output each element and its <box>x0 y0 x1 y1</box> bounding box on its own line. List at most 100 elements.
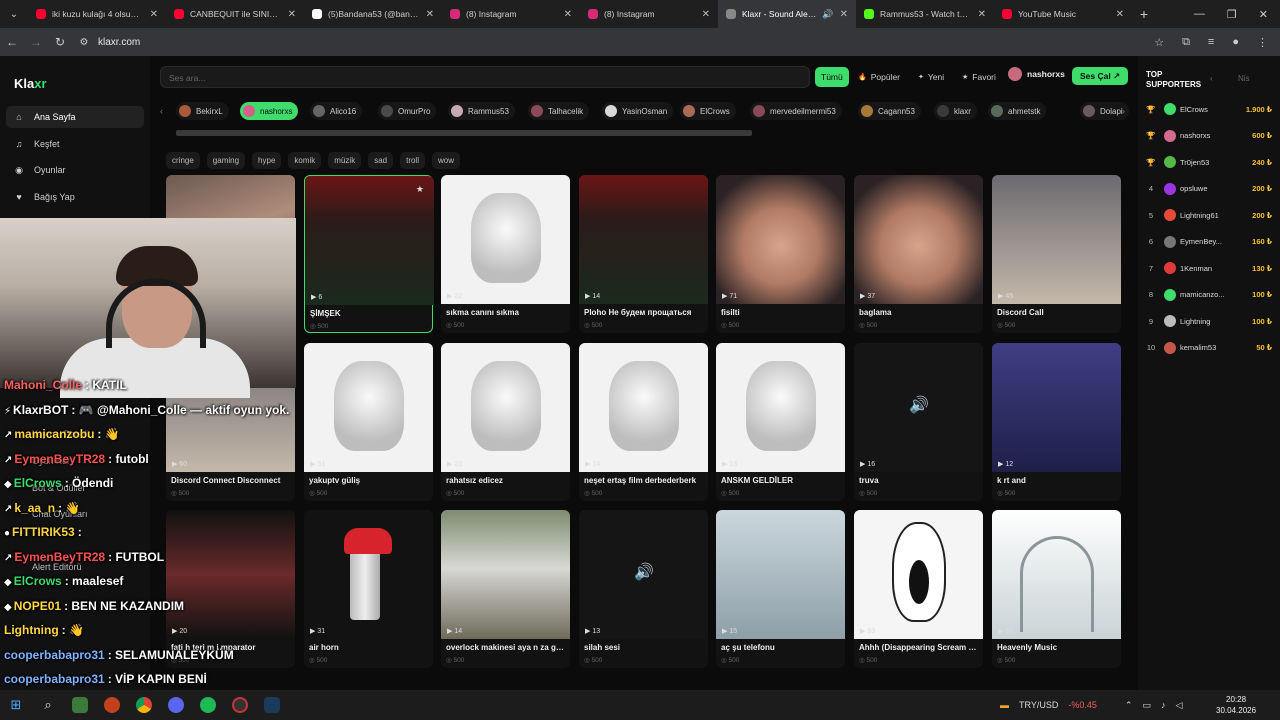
app-icon[interactable] <box>224 690 256 720</box>
carousel-left-icon[interactable]: ‹ <box>160 106 163 116</box>
sound-card[interactable]: ▶ 14 neşet ertaş film derbederberk ◎ 500 <box>579 343 708 501</box>
sound-thumbnail[interactable]: ▶ 23 <box>441 343 570 472</box>
sound-card[interactable]: ▶ 6 ★ ŞİMŞEK ◎ 500 <box>304 175 434 333</box>
tab-close-icon[interactable]: ✕ <box>288 9 296 20</box>
tag-hype[interactable]: hype <box>252 152 282 169</box>
browser-tab[interactable]: (8) Instagram ✕ <box>442 0 580 28</box>
supporter-row[interactable]: 4 opsluwe 200 ₺ <box>1144 180 1272 198</box>
spotify-icon[interactable] <box>192 690 224 720</box>
filter-2[interactable]: ✦ Yeni <box>912 67 950 87</box>
sound-card[interactable]: ▶ 12 k rt and ◎ 500 <box>992 343 1121 501</box>
browser-tab[interactable]: iki kuzu kulağı 4 olsun - Y ✕ <box>28 0 166 28</box>
media-icon[interactable]: ≡ <box>1208 36 1214 49</box>
streamer-chip[interactable]: Alico16 <box>310 102 363 120</box>
streamer-chip[interactable]: ahmetstk <box>988 102 1047 120</box>
browser-tab[interactable]: Klaxr - Sound Alerts 🔊 ✕ <box>718 0 856 28</box>
month-label[interactable]: Nis <box>1238 74 1250 83</box>
play-sound-button[interactable]: Ses Çal ↗ <box>1072 67 1129 85</box>
supporter-row[interactable]: 🏆 ElCrows 1.900 ₺ <box>1144 100 1272 118</box>
tag-gaming[interactable]: gaming <box>206 152 246 169</box>
sound-thumbnail[interactable]: ▶ 71 <box>716 175 845 304</box>
close-window-icon[interactable]: ✕ <box>1259 8 1268 21</box>
app-icon[interactable] <box>96 690 128 720</box>
browser-tab[interactable]: (8) Instagram ✕ <box>580 0 718 28</box>
sound-card[interactable]: ▶ 37 baglama ◎ 500 <box>854 175 983 333</box>
new-tab-button[interactable]: + <box>1132 6 1156 22</box>
menu-icon[interactable]: ⋮ <box>1257 36 1268 49</box>
streamer-chip[interactable]: YasinOsman <box>602 102 674 120</box>
tab-close-icon[interactable]: ✕ <box>978 9 986 20</box>
sound-thumbnail[interactable]: ▶ 14 <box>441 510 570 639</box>
reload-icon[interactable]: ↻ <box>48 35 72 49</box>
sound-card[interactable]: ▶ 51 yakuptv güliş ◎ 500 <box>304 343 433 501</box>
tab-close-icon[interactable]: ✕ <box>426 9 434 20</box>
supporter-row[interactable]: 🏆 nashorxs 600 ₺ <box>1144 127 1272 145</box>
streamer-chip[interactable]: Cagann53 <box>858 102 921 120</box>
sound-thumbnail[interactable]: ▶ 14 <box>579 343 708 472</box>
forward-icon[interactable]: → <box>24 35 48 49</box>
sidebar-item[interactable]: ◉ Oyunlar <box>6 159 144 181</box>
tag-sad[interactable]: sad <box>368 152 394 169</box>
sound-card[interactable]: ▶ 13 ANSKM GELDİLER ◎ 500 <box>716 343 845 501</box>
mic-icon[interactable]: ♪ <box>1161 700 1166 710</box>
streamer-chip[interactable]: OmurPro <box>378 102 437 120</box>
sound-thumbnail[interactable]: ▶ 14 <box>579 175 708 304</box>
sidebar-item[interactable]: ⌂ Ana Sayfa <box>6 106 144 128</box>
browser-tab[interactable]: Rammus53 - Watch the V ✕ <box>856 0 994 28</box>
sound-card[interactable]: ▶ 23 rahatsız edicez ◎ 500 <box>441 343 570 501</box>
speaker-icon[interactable]: ◁ <box>1175 700 1182 711</box>
streamer-chip[interactable]: Rammus53 <box>448 102 515 120</box>
sound-thumbnail[interactable]: ▶ 22 <box>441 175 570 304</box>
sound-thumbnail[interactable]: ▶ 37 <box>854 175 983 304</box>
sound-card[interactable]: ▶ 14 overlock makinesi aya n za geldi ◎ 50… <box>441 510 570 668</box>
browser-tab[interactable]: (5)Bandana53 (@bandana ✕ <box>304 0 442 28</box>
chrome-icon[interactable] <box>128 690 160 720</box>
filter-1[interactable]: 🔥 Popüler <box>852 67 906 87</box>
bookmark-icon[interactable]: ☆ <box>1154 36 1164 49</box>
sound-card[interactable]: 🔊 ▶ 13 silah sesi ◎ 500 <box>579 510 708 668</box>
sound-card[interactable]: 🔊 ▶ 16 truva ◎ 500 <box>854 343 983 501</box>
sidebar-item[interactable]: ♥ Bağış Yap <box>6 186 144 208</box>
tab-close-icon[interactable]: ✕ <box>702 9 710 20</box>
start-icon[interactable]: ⊞ <box>0 690 32 720</box>
streamer-chip[interactable]: BekirxL <box>176 102 229 120</box>
tag-komik[interactable]: komik <box>288 152 322 169</box>
site-info-icon[interactable]: ⚙ <box>72 37 96 48</box>
favorite-star-icon[interactable]: ★ <box>416 184 424 195</box>
network-icon[interactable]: ▭ <box>1142 700 1151 711</box>
sound-thumbnail[interactable]: ▶ 45 <box>992 175 1121 304</box>
sound-thumbnail[interactable]: ▶ 66 <box>992 510 1121 639</box>
browser-tab[interactable]: YouTube Music ✕ <box>994 0 1132 28</box>
sidebar-item[interactable]: ♫ Keşfet <box>6 133 144 155</box>
browser-tab[interactable]: CANBEQUIT ile SINIRSIZ Y ✕ <box>166 0 304 28</box>
sound-thumbnail[interactable]: ▶ 12 <box>992 343 1121 472</box>
tab-close-icon[interactable]: ✕ <box>150 9 158 20</box>
supporter-row[interactable]: 🏆 Tr0jen53 240 ₺ <box>1144 153 1272 171</box>
back-icon[interactable]: ← <box>0 35 24 49</box>
minimize-icon[interactable]: — <box>1194 8 1205 21</box>
profile-icon[interactable]: ● <box>1232 36 1239 49</box>
tab-close-icon[interactable]: ✕ <box>1116 9 1124 20</box>
klaxr-logo[interactable]: Klaxr <box>14 76 47 91</box>
sound-card[interactable]: ▶ 71 fisilti ◎ 500 <box>716 175 845 333</box>
steam-icon[interactable] <box>256 690 288 720</box>
supporter-row[interactable]: 8 mamicanzo... 100 ₺ <box>1144 286 1272 304</box>
sound-card[interactable]: ▶ 83 Ahhh (Disappearing Scream M... ◎ 500 <box>854 510 983 668</box>
tab-search-icon[interactable]: ⌄ <box>0 9 28 20</box>
filter-0[interactable]: Tümü <box>815 67 849 87</box>
carousel-scrollbar[interactable] <box>176 130 752 136</box>
supporter-row[interactable]: 6 EymenBey... 160 ₺ <box>1144 233 1272 251</box>
sound-card[interactable]: ▶ 66 Heavenly Music ◎ 500 <box>992 510 1121 668</box>
supporters-prev-icon[interactable]: ‹ <box>1210 74 1213 83</box>
app-icon[interactable] <box>64 690 96 720</box>
url-field[interactable]: klaxr.com <box>98 37 140 48</box>
tag-troll[interactable]: troll <box>400 152 425 169</box>
streamer-chip[interactable]: Talhacelik <box>528 102 590 120</box>
sound-thumbnail[interactable]: ▶ 83 <box>854 510 983 639</box>
sound-card[interactable]: ▶ 22 sıkma canını sıkma ◎ 500 <box>441 175 570 333</box>
sound-thumbnail[interactable]: 🔊 ▶ 16 <box>854 343 983 472</box>
tag-cringe[interactable]: cringe <box>166 152 200 169</box>
tag-wow[interactable]: wow <box>431 152 460 169</box>
tab-close-icon[interactable]: ✕ <box>840 9 848 20</box>
supporter-row[interactable]: 7 1Kenman 130 ₺ <box>1144 259 1272 277</box>
